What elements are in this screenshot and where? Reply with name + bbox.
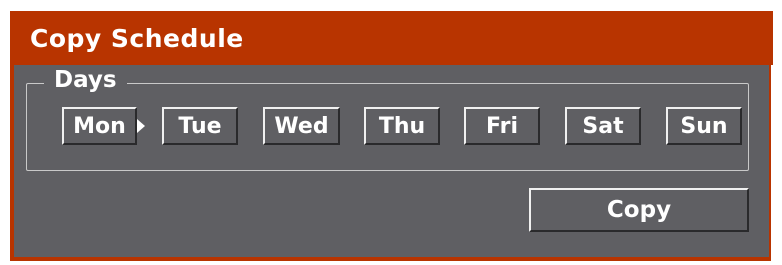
day-button-wed[interactable]: Wed: [263, 107, 340, 145]
day-button-sun[interactable]: Sun: [666, 107, 742, 145]
day-button-sat[interactable]: Sat: [565, 107, 641, 145]
dialog-title: Copy Schedule: [30, 24, 244, 53]
day-button-tue[interactable]: Tue: [162, 107, 238, 145]
day-button-fri[interactable]: Fri: [464, 107, 540, 145]
copy-button[interactable]: Copy: [529, 188, 749, 232]
dialog-title-bar: Copy Schedule: [10, 11, 773, 65]
caret-right-icon: [137, 119, 145, 133]
day-button-mon[interactable]: Mon: [62, 107, 137, 145]
day-button-thu[interactable]: Thu: [364, 107, 440, 145]
days-group-label: Days: [44, 67, 127, 93]
